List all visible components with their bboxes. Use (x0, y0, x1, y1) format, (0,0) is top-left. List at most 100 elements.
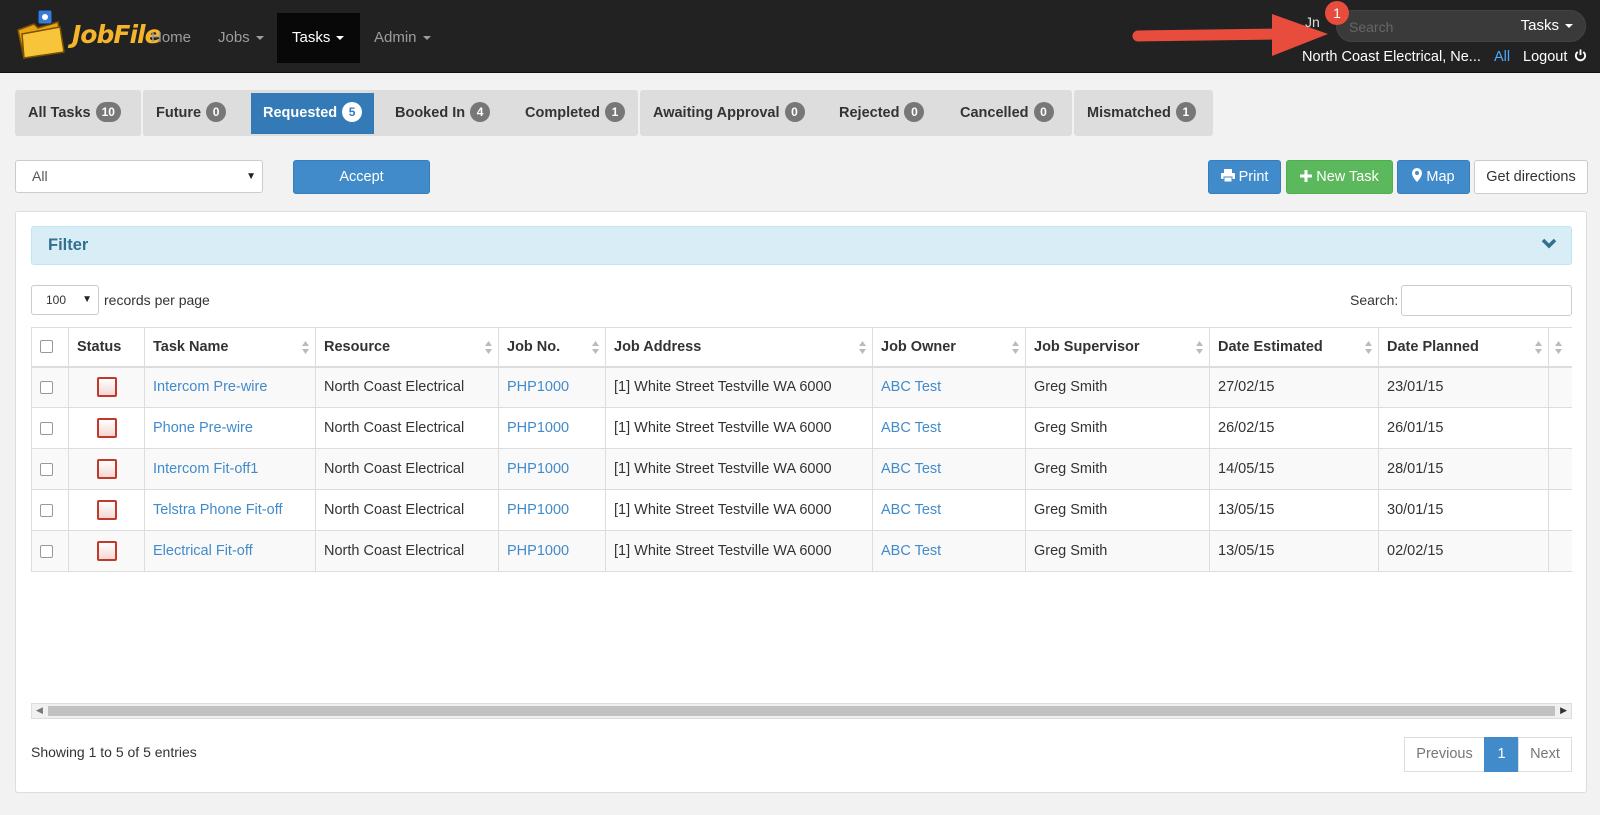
previous-label: Previous (1416, 746, 1473, 762)
nav-home-label: Home (151, 29, 192, 46)
scrollbar-thumb[interactable] (48, 706, 1555, 716)
requested-status-icon[interactable] (96, 500, 117, 520)
job-no-link[interactable]: PHP1000 (507, 461, 569, 477)
nav-admin[interactable]: Admin (359, 13, 446, 63)
sort-icon (1196, 341, 1203, 354)
col-date-estimated[interactable]: Date Estimated (1209, 327, 1379, 368)
logout-button[interactable]: Logout (1523, 49, 1587, 65)
job-no-cell: PHP1000 (498, 489, 606, 531)
nav-tasks[interactable]: Tasks (277, 13, 360, 63)
new-task-button[interactable]: New Task (1286, 160, 1393, 194)
row-select-cell (31, 448, 69, 490)
col-status[interactable]: Status (68, 327, 145, 368)
select-all-checkbox[interactable] (40, 340, 53, 354)
task-name-link[interactable]: Electrical Fit-off (153, 543, 253, 559)
col-job-address[interactable]: Job Address (605, 327, 873, 368)
tab-mismatched[interactable]: Mismatched 1 (1075, 90, 1208, 136)
tab-label: Requested (263, 105, 338, 121)
all-link[interactable]: All (1494, 49, 1510, 65)
user-company[interactable]: North Coast Electrical, Ne... (1302, 49, 1481, 65)
tab-awaiting-approval[interactable]: Awaiting Approval 0 (641, 90, 817, 136)
resource-cell: North Coast Electrical (315, 530, 499, 572)
tab-booked-in[interactable]: Booked In 4 (383, 90, 502, 136)
row-checkbox[interactable] (40, 421, 53, 435)
requested-status-icon[interactable] (96, 418, 117, 438)
tab-future[interactable]: Future 0 (144, 90, 238, 136)
task-name-link[interactable]: Intercom Pre-wire (153, 379, 267, 395)
job-owner-link[interactable]: ABC Test (881, 461, 941, 477)
entries-info: Showing 1 to 5 of 5 entries (31, 744, 197, 760)
records-per-page-select[interactable]: 100 ▼ (31, 285, 99, 315)
search-scope-dropdown[interactable]: Tasks (1521, 11, 1573, 41)
map-button[interactable]: Map (1397, 160, 1470, 194)
job-owner-link[interactable]: ABC Test (881, 379, 941, 395)
col-task-name[interactable]: Task Name (144, 327, 316, 368)
next-page-button[interactable]: Next (1518, 737, 1572, 772)
status-cell (68, 448, 145, 490)
row-checkbox[interactable] (40, 462, 53, 476)
col-job-supervisor[interactable]: Job Supervisor (1025, 327, 1210, 368)
table-row[interactable]: Intercom Fit-off1 North Coast Electrical… (31, 448, 1572, 490)
table-row[interactable]: Phone Pre-wire North Coast Electrical PH… (31, 407, 1572, 449)
get-directions-button[interactable]: Get directions (1474, 160, 1588, 194)
job-owner-link[interactable]: ABC Test (881, 502, 941, 518)
tab-rejected[interactable]: Rejected 0 (827, 90, 936, 136)
tab-cancelled[interactable]: Cancelled 0 (948, 90, 1066, 136)
col-resource[interactable]: Resource (315, 327, 499, 368)
tab-completed[interactable]: Completed 1 (513, 90, 637, 136)
sort-icon (1535, 341, 1542, 354)
tasks-table: Status Task Name Resource Job No. Job Ad… (31, 327, 1572, 572)
requested-status-icon[interactable] (96, 459, 117, 479)
row-checkbox[interactable] (40, 544, 53, 558)
sort-icon (859, 341, 866, 354)
nav-jobs[interactable]: Jobs (203, 13, 279, 63)
col-date-planned[interactable]: Date Planned (1378, 327, 1549, 368)
scroll-right-icon[interactable]: ▶ (1560, 705, 1567, 716)
accept-button[interactable]: Accept (293, 160, 430, 194)
row-select-cell (31, 366, 69, 408)
nav-home[interactable]: Home (136, 13, 206, 63)
tab-requested[interactable]: Requested 5 (251, 93, 375, 134)
job-owner-link[interactable]: ABC Test (881, 543, 941, 559)
job-no-link[interactable]: PHP1000 (507, 502, 569, 518)
job-no-link[interactable]: PHP1000 (507, 379, 569, 395)
job-no-link[interactable]: PHP1000 (507, 420, 569, 436)
table-row[interactable]: Intercom Pre-wire North Coast Electrical… (31, 366, 1572, 408)
scroll-left-icon[interactable]: ◀ (36, 705, 43, 716)
job-no-link[interactable]: PHP1000 (507, 543, 569, 559)
row-checkbox[interactable] (40, 503, 53, 517)
job-no-cell: PHP1000 (498, 366, 606, 408)
jobfile-logo[interactable]: JobFile (14, 8, 162, 60)
job-owner-cell: ABC Test (872, 407, 1026, 449)
previous-page-button[interactable]: Previous (1404, 737, 1485, 772)
print-icon (1220, 169, 1235, 183)
row-checkbox[interactable] (40, 380, 53, 394)
task-name-link[interactable]: Intercom Fit-off1 (153, 461, 258, 477)
overflow-cell (1548, 407, 1572, 449)
page-number: 1 (1497, 746, 1506, 762)
tab-all-tasks[interactable]: All Tasks 10 (16, 90, 133, 136)
col-job-owner[interactable]: Job Owner (872, 327, 1026, 368)
page-1-button[interactable]: 1 (1484, 737, 1519, 772)
table-row[interactable]: Telstra Phone Fit-off North Coast Electr… (31, 489, 1572, 531)
col-job-no[interactable]: Job No. (498, 327, 606, 368)
horizontal-scrollbar[interactable]: ◀ ▶ (31, 703, 1572, 719)
table-row[interactable]: Electrical Fit-off North Coast Electrica… (31, 530, 1572, 572)
global-search-input[interactable] (1347, 16, 1497, 38)
date-planned-cell: 28/01/15 (1378, 448, 1549, 490)
resource-select[interactable]: All ▼ (15, 160, 263, 193)
table-search-input[interactable] (1401, 285, 1572, 316)
task-name-link[interactable]: Phone Pre-wire (153, 420, 253, 436)
notification-badge[interactable]: 1 (1325, 1, 1349, 25)
tab-count-badge: 0 (1033, 102, 1054, 122)
col-more[interactable] (1548, 327, 1572, 368)
requested-status-icon[interactable] (96, 377, 117, 398)
job-owner-link[interactable]: ABC Test (881, 420, 941, 436)
sort-icon (302, 341, 309, 354)
requested-status-icon[interactable] (96, 541, 117, 561)
tab-label: Booked In (395, 105, 466, 121)
filter-toggle[interactable]: Filter (31, 226, 1572, 265)
global-search[interactable]: Tasks (1336, 10, 1586, 42)
task-name-link[interactable]: Telstra Phone Fit-off (153, 502, 283, 518)
print-button[interactable]: Print (1208, 160, 1281, 194)
